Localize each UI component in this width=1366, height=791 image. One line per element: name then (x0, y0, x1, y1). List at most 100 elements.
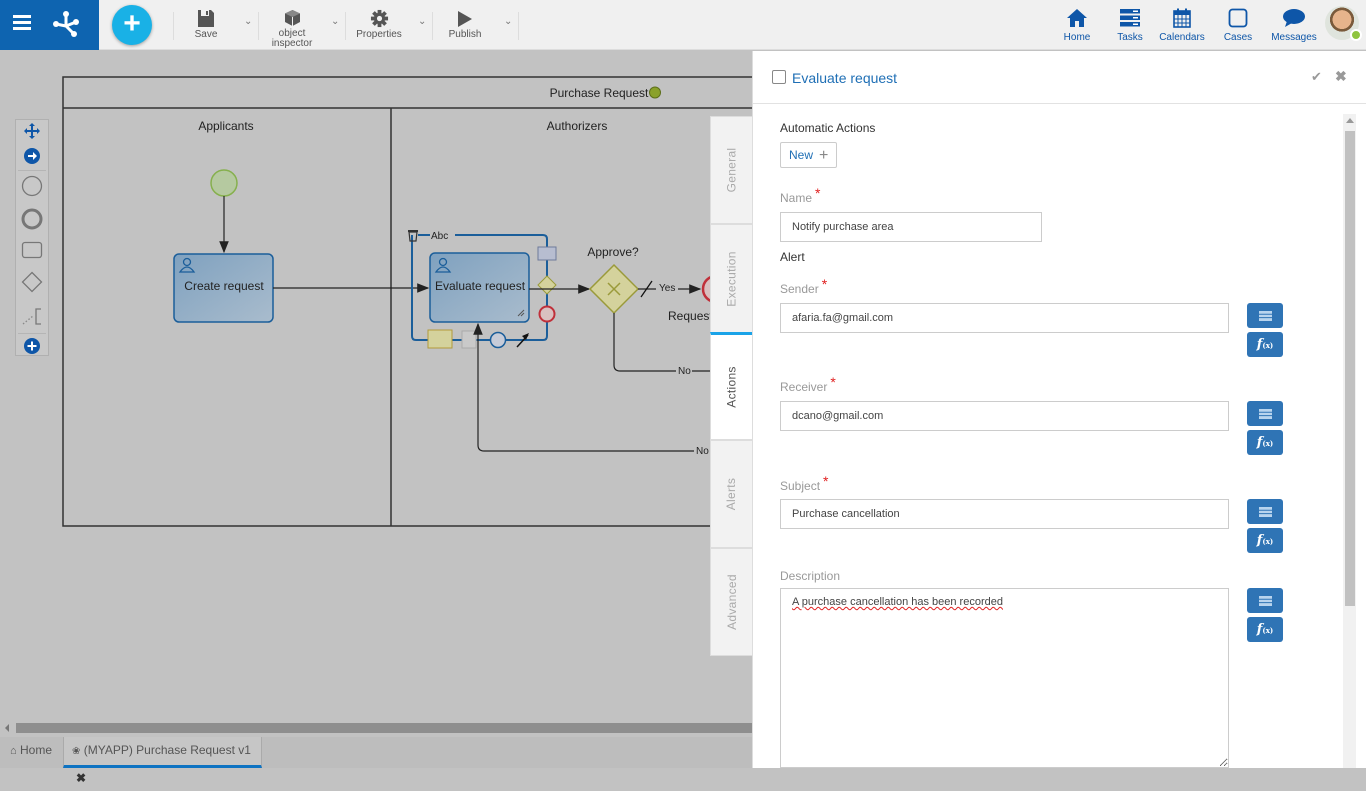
sender-input[interactable] (780, 303, 1229, 333)
scrollbar-thumb[interactable] (16, 723, 752, 733)
pool[interactable] (62, 76, 752, 527)
tab-alerts[interactable]: Alerts (710, 440, 752, 548)
move-icon[interactable] (16, 123, 48, 139)
nav-calendars[interactable]: Calendars (1158, 7, 1206, 43)
scroll-up-icon[interactable] (1346, 118, 1354, 123)
task-label: Evaluate request (435, 279, 526, 293)
calendar-icon (1158, 7, 1206, 29)
description-formula-button[interactable]: f(x) (1247, 617, 1283, 642)
plus-icon: + (819, 147, 829, 164)
home-icon: ⌂ (10, 745, 17, 757)
automatic-actions-label: Automatic Actions (780, 121, 876, 135)
start-event-tool-icon[interactable] (16, 175, 48, 197)
data-object-tool[interactable] (427, 329, 453, 349)
description-textarea[interactable]: A purchase cancellation has been recorde… (780, 588, 1229, 768)
annotation-tool-label[interactable]: Abc (431, 231, 448, 242)
subject-lookup-button[interactable] (1247, 499, 1283, 524)
subject-input[interactable] (780, 499, 1229, 529)
tasks-icon (1114, 7, 1146, 29)
fx-icon: f(x) (1256, 337, 1274, 352)
bpmn-diagram[interactable]: Purchase Request Applicants Authorizers … (0, 0, 752, 721)
confirm-check-icon[interactable]: ✔ (1311, 69, 1322, 85)
required-icon: * (830, 374, 836, 390)
nav-messages[interactable]: Messages (1270, 7, 1318, 43)
nav-home-label: Home (1063, 32, 1091, 43)
scroll-left-icon[interactable] (5, 724, 9, 732)
annotation-tool-icon[interactable] (16, 306, 48, 326)
palette-divider (18, 333, 46, 334)
canvas-horizontal-scrollbar[interactable] (0, 721, 752, 736)
close-icon[interactable]: ✖ (1335, 68, 1347, 85)
nav-calendars-label: Calendars (1159, 32, 1205, 43)
flow-label-yes: Yes (659, 283, 675, 294)
tab-purchase-request[interactable]: ❀ (MYAPP) Purchase Request v1 ✖ (63, 737, 262, 785)
sender-formula-button[interactable]: f(x) (1247, 332, 1283, 357)
new-action-button[interactable]: New + (780, 142, 838, 168)
gateway-tool-icon[interactable] (16, 271, 48, 293)
alert-label: Alert (780, 250, 805, 264)
task-tool-icon[interactable] (16, 241, 48, 259)
name-label: Name * (780, 185, 820, 205)
panel-header: Evaluate request ✔ ✖ (753, 51, 1366, 104)
tab-alerts-label: Alerts (724, 477, 739, 511)
tab-home-label: Home (20, 743, 53, 757)
tab-home[interactable]: ⌂ Home (2, 737, 60, 768)
shape-palette (15, 119, 49, 356)
panel-title: Evaluate request (792, 70, 898, 86)
flow-label-no-2: No (696, 446, 709, 457)
nav-messages-label: Messages (1271, 32, 1317, 43)
nav-cases-label: Cases (1223, 32, 1253, 43)
list-icon (1258, 310, 1272, 321)
tab-general[interactable]: General (710, 116, 752, 224)
gateway-shape-tool[interactable] (537, 275, 557, 295)
document-tabs: ⌂ Home ❀ (MYAPP) Purchase Request v1 ✖ (0, 737, 752, 785)
subject-label: Subject * (780, 473, 828, 493)
nav-tasks[interactable]: Tasks (1114, 7, 1146, 43)
receiver-input[interactable] (780, 401, 1229, 431)
task-label: Create request (184, 279, 264, 293)
tab-execution[interactable]: Execution (710, 224, 752, 334)
list-icon (1258, 506, 1272, 517)
nav-tasks-label: Tasks (1117, 32, 1143, 43)
task-shape-tool[interactable] (537, 246, 557, 261)
tab-actions-label: Actions (724, 366, 739, 408)
select-checkbox[interactable] (772, 70, 786, 84)
receiver-formula-button[interactable]: f(x) (1247, 430, 1283, 455)
exclusive-gateway[interactable] (588, 263, 640, 315)
start-event[interactable] (210, 169, 238, 197)
data-store-tool[interactable] (461, 330, 477, 349)
nav-cases[interactable]: Cases (1222, 7, 1254, 43)
flow-label-no: No (678, 366, 691, 377)
tab-actions[interactable]: Actions (710, 332, 752, 440)
subject-label-text: Subject (780, 479, 821, 493)
receiver-label-text: Receiver (780, 380, 828, 394)
close-tab-icon[interactable]: ✖ (76, 771, 86, 785)
gateway-label: Approve? (587, 245, 639, 259)
task-create-request[interactable]: Create request (173, 253, 274, 323)
panel-scrollbar[interactable] (1343, 114, 1356, 768)
end-event-label: Request (668, 309, 713, 323)
lane-label-applicants: Applicants (198, 119, 253, 133)
subject-formula-button[interactable]: f(x) (1247, 528, 1283, 553)
presence-status-icon (1350, 29, 1362, 41)
chat-icon (1270, 7, 1318, 29)
required-icon: * (821, 276, 828, 292)
intermediate-event-tool[interactable] (489, 331, 507, 349)
more-tools-icon[interactable] (16, 338, 48, 354)
receiver-lookup-button[interactable] (1247, 401, 1283, 426)
required-icon: * (823, 473, 829, 489)
required-icon: * (815, 185, 821, 201)
nav-home[interactable]: Home (1060, 7, 1094, 43)
sender-lookup-button[interactable] (1247, 303, 1283, 328)
connect-tool-icon[interactable] (16, 148, 48, 164)
end-event-tool[interactable] (538, 305, 556, 323)
tab-advanced[interactable]: Advanced (710, 548, 752, 656)
task-evaluate-request[interactable]: Evaluate request (429, 252, 530, 323)
end-event-tool-icon[interactable] (16, 208, 48, 230)
name-input[interactable] (780, 212, 1042, 242)
scrollbar-thumb[interactable] (1345, 131, 1355, 606)
fx-icon: f(x) (1256, 435, 1274, 450)
process-icon: ❀ (72, 746, 81, 757)
sender-label: Sender * (780, 276, 827, 296)
description-lookup-button[interactable] (1247, 588, 1283, 613)
